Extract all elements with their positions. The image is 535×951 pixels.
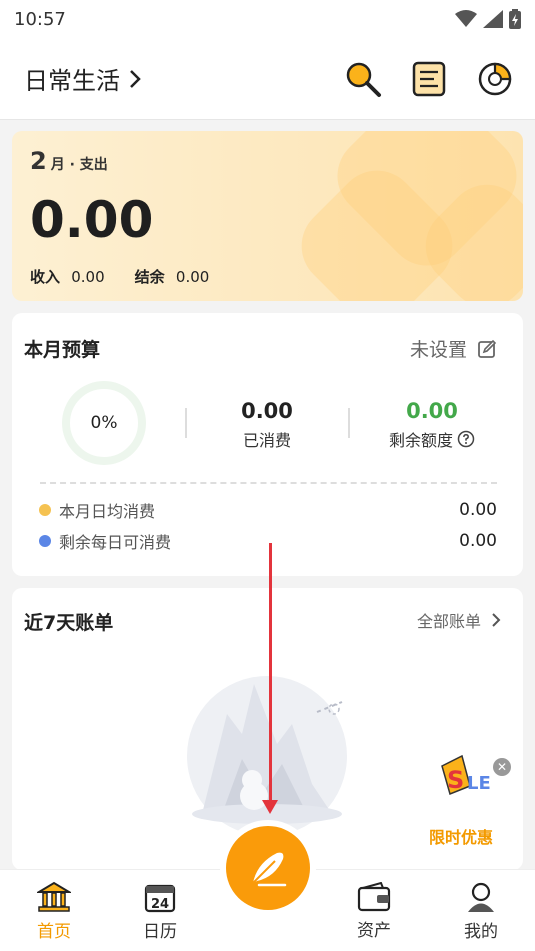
add-record-button[interactable] — [226, 826, 310, 910]
month-expense-label: 月 · 支出 — [50, 157, 108, 173]
budget-progress-ring: 0% — [62, 381, 146, 465]
income-label: 收入 — [30, 268, 61, 286]
svg-text:S: S — [447, 766, 464, 794]
remaining-value: 0.00 — [406, 399, 458, 423]
divider — [185, 408, 187, 438]
hero-summary: 收入 0.00 结余 0.00 — [30, 266, 209, 287]
status-time: 10:57 — [14, 8, 66, 30]
home-bank-icon — [37, 881, 71, 912]
svg-text:LE: LE — [467, 773, 491, 794]
chevron-right-icon — [492, 613, 501, 627]
daily-average-row: 本月日均消费 0.00 — [39, 498, 497, 522]
remaining-label-row: 剩余额度 — [377, 427, 487, 451]
balance-label: 结余 — [134, 268, 165, 286]
row-value: 0.00 — [459, 531, 497, 551]
tab-mine[interactable]: 我的 — [441, 870, 521, 951]
search-icon — [346, 62, 381, 97]
status-icons — [455, 9, 521, 29]
divider — [348, 408, 350, 438]
balance-summary: 结余 0.00 — [135, 266, 210, 287]
annotation-arrow-line — [269, 543, 272, 803]
tab-calendar[interactable]: 24 日历 — [120, 870, 200, 951]
month-label: 2 月 · 支出 — [30, 147, 108, 175]
blue-dot-icon — [39, 535, 51, 547]
tab-label: 我的 — [464, 921, 498, 942]
svg-text:24: 24 — [151, 897, 169, 912]
income-summary: 收入 0.00 — [30, 266, 105, 287]
user-icon — [468, 882, 494, 912]
help-icon[interactable] — [457, 430, 475, 448]
balance-value: 0.00 — [175, 268, 210, 286]
monthly-expense-card[interactable]: 2 月 · 支出 0.00 收入 0.00 结余 0.00 — [12, 131, 523, 301]
tab-assets[interactable]: 资产 — [334, 870, 414, 951]
ledger-title: 日常生活 — [24, 67, 120, 95]
expense-amount: 0.00 — [30, 191, 154, 249]
receipt-icon — [412, 61, 446, 96]
sale-label: 限时优惠 — [429, 828, 494, 847]
tab-home[interactable]: 首页 — [14, 870, 94, 951]
row-label: 剩余每日可消费 — [59, 533, 172, 552]
spent-label: 已消费 — [242, 431, 291, 450]
calendar-icon: 24 — [144, 884, 176, 912]
tab-label: 日历 — [143, 921, 177, 942]
battery-icon — [509, 9, 521, 29]
status-bar: 10:57 — [0, 0, 535, 38]
remaining-label: 剩余额度 — [388, 431, 453, 450]
month-number: 2 — [30, 147, 47, 175]
budget-set-label: 未设置 — [409, 339, 467, 361]
all-bills-link[interactable]: 全部账单 — [417, 608, 501, 632]
pie-chart-icon — [478, 62, 512, 95]
wifi-icon — [455, 10, 477, 27]
budget-percent: 0% — [90, 413, 118, 433]
dashed-divider — [40, 482, 497, 484]
daily-available-row: 剩余每日可消费 0.00 — [39, 529, 497, 553]
chevron-right-icon — [130, 69, 141, 88]
spent-stat: 0.00 已消费 — [217, 399, 317, 451]
spent-value: 0.00 — [241, 399, 293, 423]
bill-button[interactable] — [407, 57, 451, 101]
wallet-icon — [357, 881, 391, 911]
annotation-arrow-head — [262, 800, 278, 814]
app-header: 日常生活 — [0, 38, 535, 120]
signal-icon — [483, 10, 503, 28]
ledger-selector[interactable]: 日常生活 — [24, 61, 142, 96]
income-value: 0.00 — [71, 268, 105, 286]
budget-card[interactable]: 本月预算 未设置 0% 0.00 已消费 0.00 剩余额度 本月日均消费 0.… — [12, 313, 523, 576]
row-value: 0.00 — [459, 500, 497, 520]
search-button[interactable] — [341, 57, 385, 101]
row-label: 本月日均消费 — [59, 502, 156, 521]
remaining-stat: 0.00 剩余额度 — [377, 399, 487, 451]
budget-set-button[interactable]: 未设置 — [410, 335, 497, 362]
tab-label: 首页 — [37, 921, 71, 942]
edit-icon — [478, 339, 497, 358]
header-actions — [341, 57, 517, 101]
all-bills-label: 全部账单 — [416, 612, 481, 631]
close-promo-icon[interactable]: ✕ — [493, 758, 511, 776]
yellow-dot-icon — [39, 504, 51, 516]
recent-bills-title: 近7天账单 — [24, 612, 114, 634]
tab-label: 资产 — [357, 920, 391, 941]
budget-title: 本月预算 — [24, 339, 101, 361]
chart-button[interactable] — [473, 57, 517, 101]
feather-pen-icon — [252, 852, 287, 887]
